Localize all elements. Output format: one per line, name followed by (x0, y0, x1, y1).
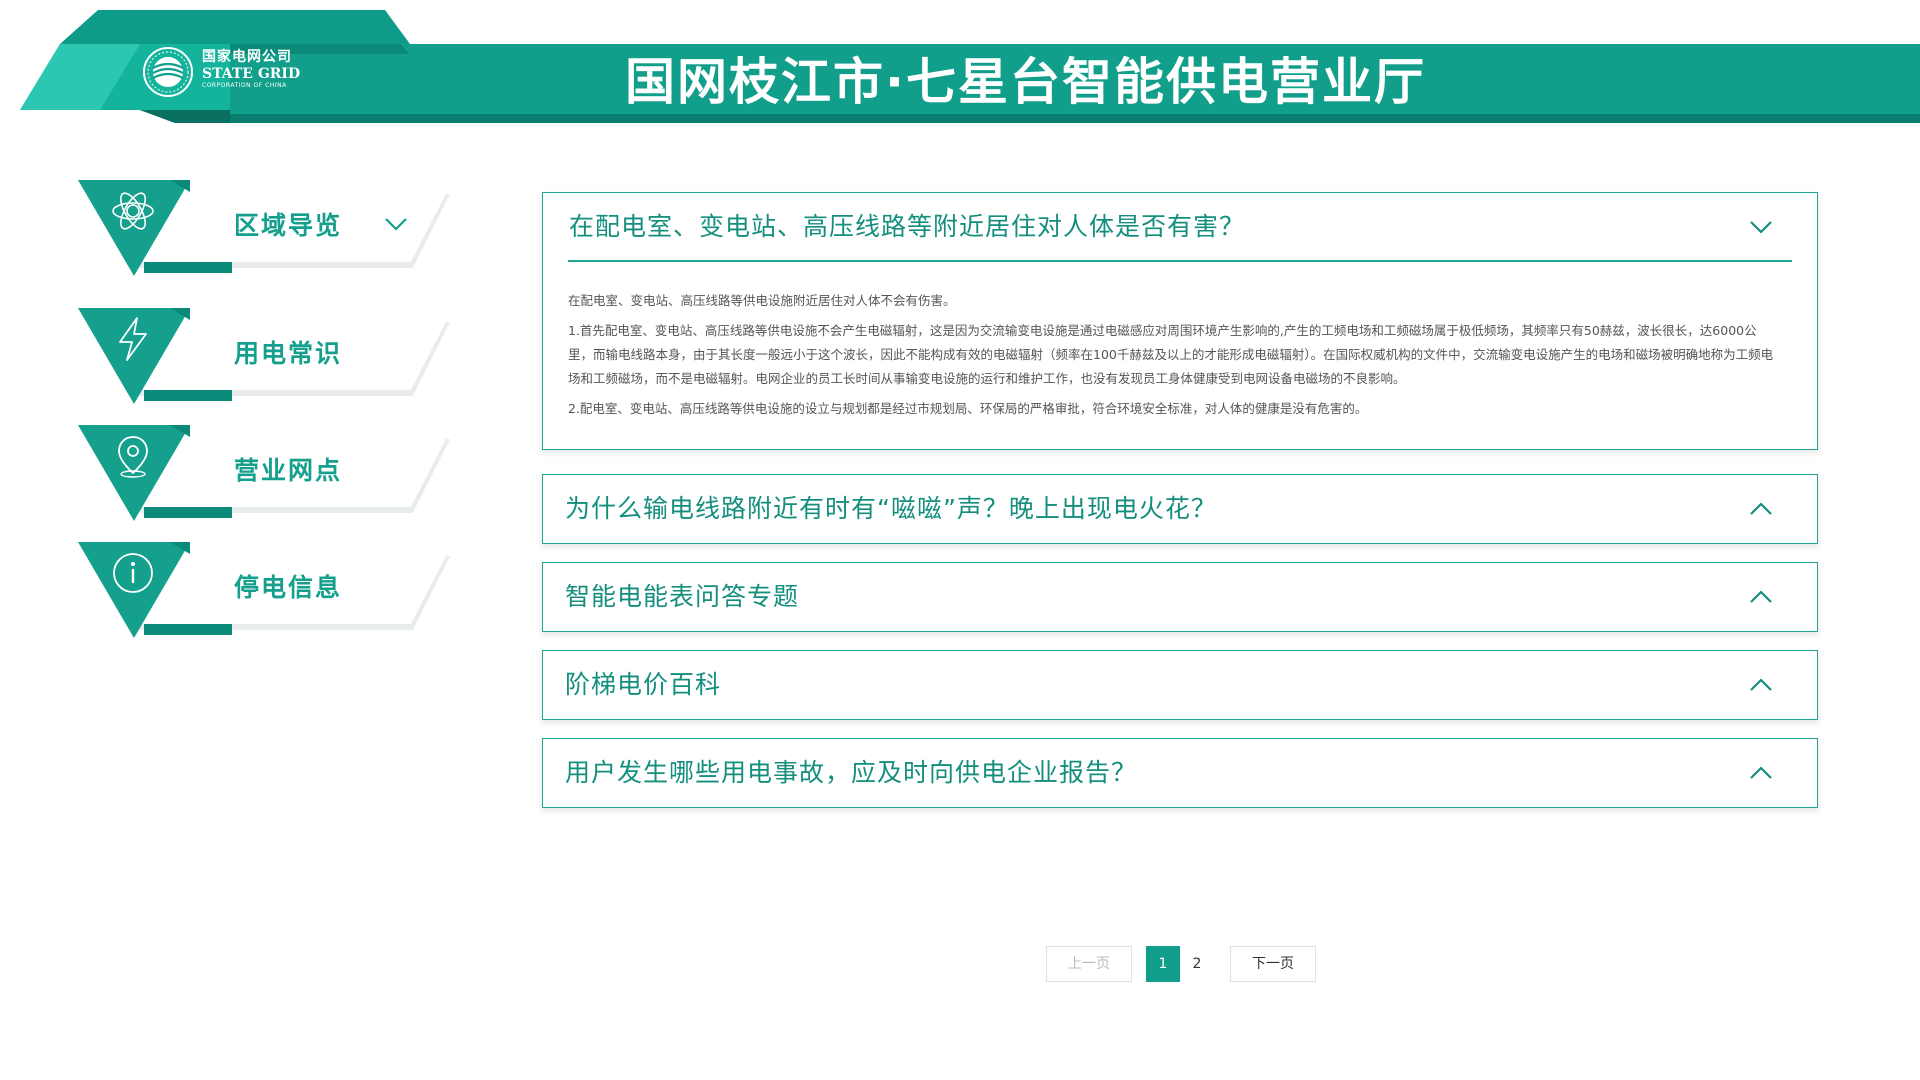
page-title: 国网枝江市·七星台智能供电营业厅 (625, 53, 1426, 111)
faq-item-title: 智能电能表问答专题 (565, 582, 800, 611)
nav-item-electricity-tips[interactable]: 用电常识 (78, 308, 458, 408)
state-grid-logo (143, 47, 193, 97)
lightning-icon (119, 317, 147, 361)
chevron-up-icon[interactable] (1749, 587, 1773, 607)
faq-item-expanded: 在配电室、变电站、高压线路等附近居住对人体是否有害？ 在配电室、变电站、高压线路… (542, 192, 1818, 450)
page-button-2[interactable]: 2 (1180, 946, 1214, 982)
faq-item-header[interactable]: 为什么输电线路附近有时有“嗞嗞”声？晚上出现电火花？ (543, 475, 1817, 543)
header-band-stripe (230, 114, 1920, 123)
faq-item[interactable]: 智能电能表问答专题 (542, 562, 1818, 632)
faq-item-header[interactable]: 阶梯电价百科 (543, 651, 1817, 719)
chevron-down-icon[interactable] (1749, 217, 1773, 237)
faq-item[interactable]: 阶梯电价百科 (542, 650, 1818, 720)
chevron-up-icon[interactable] (1749, 763, 1773, 783)
nav-label: 区域导览 (234, 211, 343, 240)
page-button-1[interactable]: 1 (1146, 946, 1180, 982)
faq-item-title: 阶梯电价百科 (565, 670, 722, 699)
chevron-up-icon[interactable] (1749, 499, 1773, 519)
logo-name-en-sub: CORPORATION OF CHINA (202, 82, 287, 89)
faq-item-title: 在配电室、变电站、高压线路等附近居住对人体是否有害？ (569, 212, 1246, 241)
faq-item-answer: 在配电室、变电站、高压线路等供电设施附近居住对人体不会有伤害。 1.首先配电室、… (568, 289, 1780, 427)
nav-label: 用电常识 (234, 339, 343, 368)
faq-item-title: 用户发生哪些用电事故，应及时向供电企业报告？ (565, 758, 1138, 787)
logo-text: 国家电网公司 STATE GRID CORPORATION OF CHINA (202, 50, 300, 89)
nav-label: 停电信息 (234, 573, 343, 602)
chevron-up-icon[interactable] (1749, 675, 1773, 695)
faq-item-title: 为什么输电线路附近有时有“嗞嗞”声？晚上出现电火花？ (565, 494, 1217, 523)
atom-icon (112, 192, 154, 230)
nav-label: 营业网点 (234, 456, 343, 485)
faq-item-header[interactable]: 在配电室、变电站、高压线路等附近居住对人体是否有害？ (543, 193, 1817, 261)
faq-item[interactable]: 用户发生哪些用电事故，应及时向供电企业报告？ (542, 738, 1818, 808)
next-page-button[interactable]: 下一页 (1230, 946, 1316, 982)
answer-paragraph: 2.配电室、变电站、高压线路等供电设施的设立与规划都是经过市规划局、环保局的严格… (568, 401, 1368, 416)
nav-item-outage-info[interactable]: 停电信息 (78, 542, 458, 642)
logo-name-en: STATE GRID (202, 66, 301, 82)
faq-item-header[interactable]: 智能电能表问答专题 (543, 563, 1817, 631)
answer-paragraph: 在配电室、变电站、高压线路等供电设施附近居住对人体不会有伤害。 (568, 293, 956, 308)
chevron-down-icon[interactable] (384, 215, 408, 233)
logo-name-cn: 国家电网公司 (202, 49, 292, 65)
faq-item-header[interactable]: 用户发生哪些用电事故，应及时向供电企业报告？ (543, 739, 1817, 807)
faq-item-divider (568, 260, 1792, 262)
nav-item-service-outlets[interactable]: 营业网点 (78, 425, 458, 525)
prev-page-button[interactable]: 上一页 (1046, 946, 1132, 982)
info-icon (113, 553, 153, 593)
nav-item-region-guide[interactable]: 区域导览 (78, 180, 458, 280)
header: 国家电网公司 STATE GRID CORPORATION OF CHINA 国… (0, 0, 1920, 140)
faq-item[interactable]: 为什么输电线路附近有时有“嗞嗞”声？晚上出现电火花？ (542, 474, 1818, 544)
answer-paragraph: 1.首先配电室、变电站、高压线路等供电设施不会产生电磁辐射，这是因为交流输变电设… (568, 323, 1774, 386)
location-pin-icon (118, 436, 148, 478)
